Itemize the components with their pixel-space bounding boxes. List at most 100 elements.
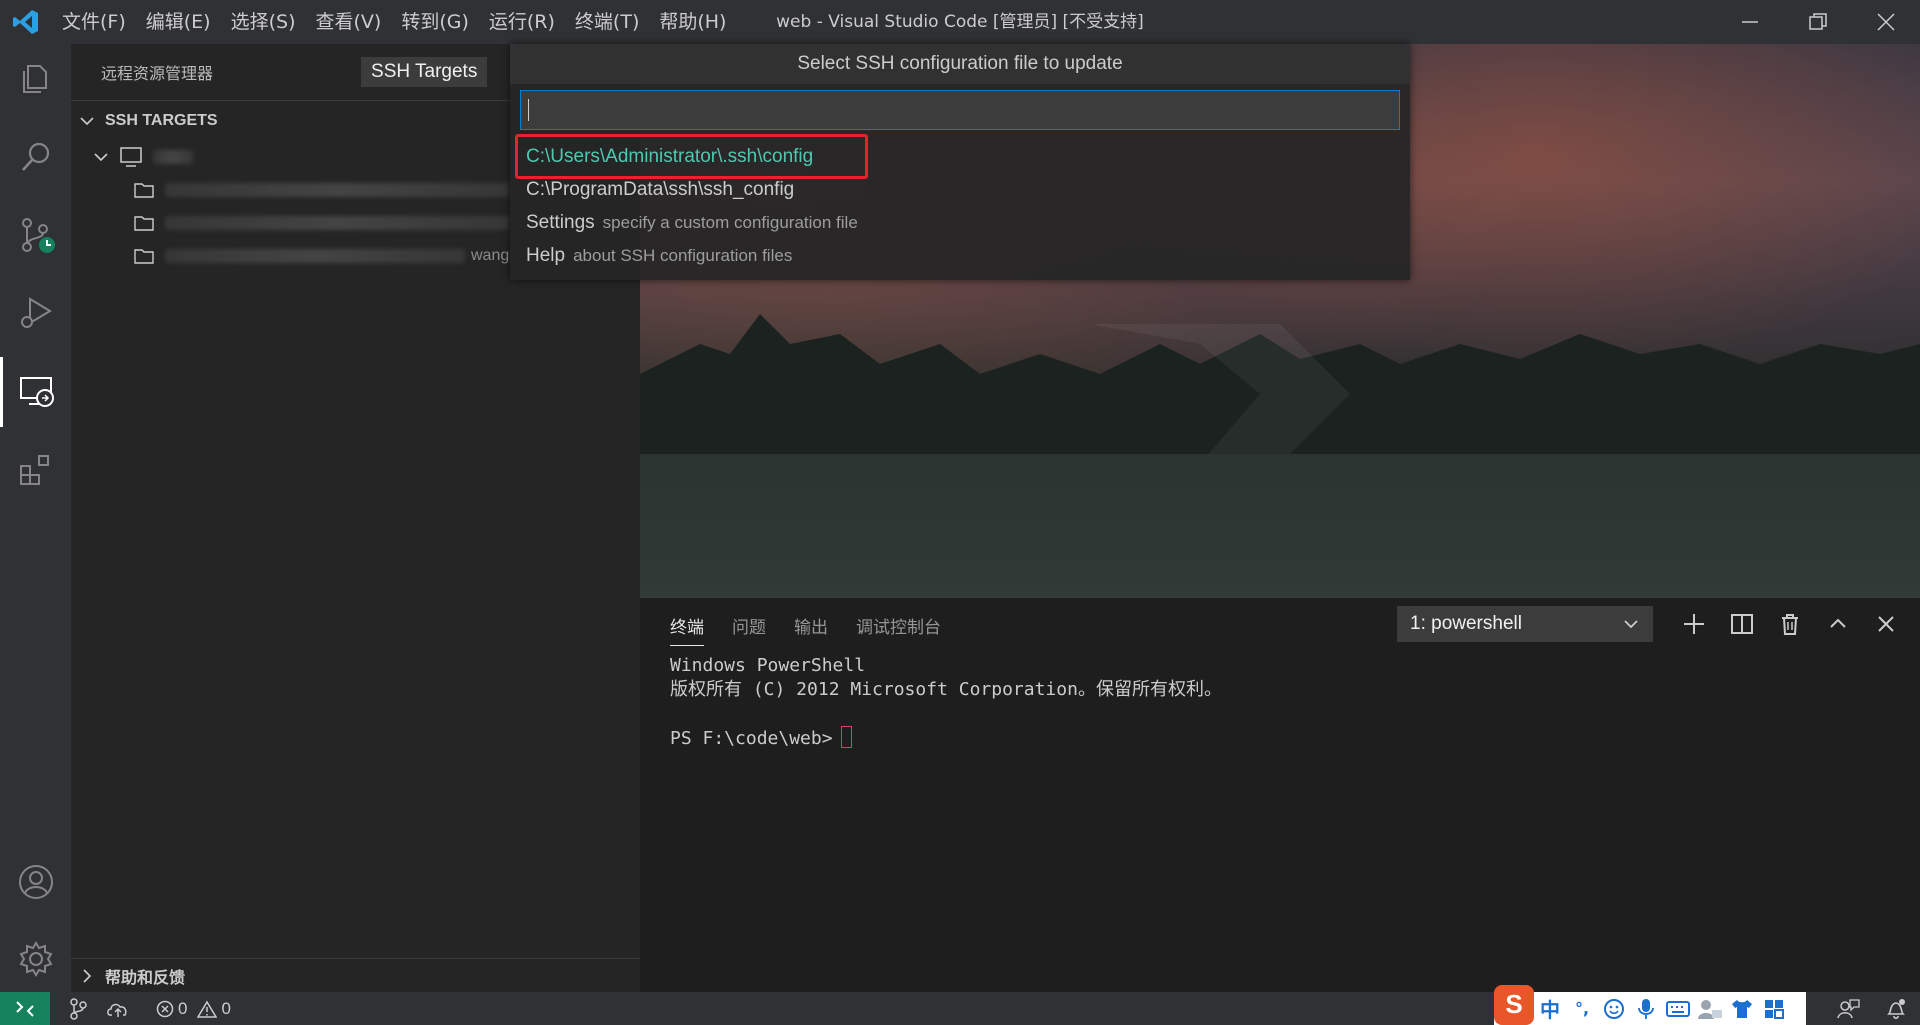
ime-punctuation-toggle[interactable]: °, [1566,992,1598,1025]
search-icon[interactable] [0,122,71,192]
sogou-logo-icon[interactable]: S [1494,984,1534,1025]
terminal-prompt: PS F:\code\web> [670,728,833,749]
terminal-select-dropdown[interactable]: 1: powershell [1397,606,1653,642]
settings-gear-icon[interactable] [0,924,71,994]
menu-go[interactable]: 转到(G) [391,0,479,44]
terminal-output[interactable]: Windows PowerShell 版权所有 (C) 2012 Microsof… [670,654,1222,751]
cloud-upload-icon [107,1003,127,1017]
menu-run[interactable]: 运行(R) [479,0,565,44]
close-icon [1877,13,1895,31]
plus-icon [1684,614,1704,634]
git-branch-icon [70,997,87,1020]
menu-bar: 文件(F) 编辑(E) 选择(S) 查看(V) 转到(G) 运行(R) 终端(T… [52,0,736,44]
restore-icon [1809,13,1827,30]
text-caret [528,99,529,121]
close-icon [1878,616,1894,632]
warning-icon [197,1000,218,1018]
split-terminal-button[interactable] [1718,606,1766,642]
close-panel-button[interactable] [1862,606,1910,642]
tab-output[interactable]: 输出 [794,610,828,646]
feedback-button[interactable] [1824,992,1872,1025]
quick-pick-dialog: Select SSH configuration file to update … [510,44,1410,280]
maximize-panel-button[interactable] [1814,606,1862,642]
user-profile-icon[interactable] [1694,992,1726,1025]
keyboard-icon[interactable] [1662,992,1694,1025]
quick-pick-item-description: about SSH configuration files [573,246,793,265]
quick-pick-item-description: specify a custom configuration file [602,213,858,232]
quick-pick-input[interactable] [520,90,1400,130]
warning-count: 0 [221,998,231,1018]
sidebar-title: 远程资源管理器 [101,64,214,83]
quick-pick-item-user-config[interactable]: C:\Users\Administrator\.ssh\config [526,140,813,173]
tab-problems[interactable]: 问题 [732,610,766,646]
folder-suffix: wang [471,246,510,264]
activity-bar [0,44,71,992]
quick-pick-title: Select SSH configuration file to update [510,44,1410,84]
split-icon [1731,614,1753,634]
terminal-prompt-line: PS F:\code\web> [670,726,1222,751]
skin-shirt-icon[interactable] [1726,992,1758,1025]
quick-pick-item-settings[interactable]: Settings specify a custom configuration f… [526,206,858,239]
quick-pick-item-help[interactable]: Help about SSH configuration files [526,239,792,272]
quick-pick-item-program-config[interactable]: C:\ProgramData\ssh\ssh_config [526,173,794,206]
remote-icon [16,1000,34,1017]
sync-item[interactable] [106,998,130,1020]
chevron-down-icon [80,116,94,125]
terminal-line: Windows PowerShell [670,655,866,676]
vscode-logo-icon [0,0,52,44]
menu-view[interactable]: 查看(V) [306,0,392,44]
new-terminal-button[interactable] [1670,606,1718,642]
terminal-panel: 终端 问题 输出 调试控制台 1: powershell Windows Pow… [640,597,1920,992]
emoji-icon[interactable] [1598,992,1630,1025]
notifications-button[interactable] [1872,992,1920,1025]
terminal-cursor [840,726,852,748]
menu-file[interactable]: 文件(F) [52,0,136,44]
status-bar: 0 0 S 中 °, [0,984,1920,1025]
ime-toolbar: S 中 °, [1494,984,1806,1025]
menu-terminal[interactable]: 终端(T) [565,0,649,44]
error-count: 0 [178,998,188,1018]
remote-indicator-button[interactable] [0,992,50,1025]
problems-item[interactable]: 0 0 [156,999,231,1019]
folder-icon [134,182,154,198]
trash-icon [1782,614,1798,635]
branch-item[interactable] [68,997,88,1020]
run-debug-icon[interactable] [0,278,71,348]
explorer-icon[interactable] [0,44,71,114]
tab-terminal[interactable]: 终端 [670,610,704,646]
chevron-down-icon [1624,620,1638,629]
microphone-icon[interactable] [1630,992,1662,1025]
error-icon [156,1000,174,1017]
help-feedback-title: 帮助和反馈 [105,967,186,987]
chevron-right-icon [83,968,92,983]
accounts-icon[interactable] [0,847,71,917]
bell-icon [1887,998,1905,1019]
minimize-icon [1742,21,1758,23]
ime-mode-toggle[interactable]: 中 [1534,992,1566,1025]
restore-button[interactable] [1784,0,1852,44]
menu-selection[interactable]: 选择(S) [221,0,306,44]
extensions-icon[interactable] [0,435,71,505]
feedback-person-icon [1837,998,1860,1018]
toolbox-grid-icon[interactable] [1758,992,1790,1025]
quick-pick-item-label: C:\ProgramData\ssh\ssh_config [526,179,795,200]
quick-pick-item-label: C:\Users\Administrator\.ssh\config [526,146,814,167]
title-bar: 文件(F) 编辑(E) 选择(S) 查看(V) 转到(G) 运行(R) 终端(T… [0,0,1920,44]
folder-icon [134,215,154,231]
ssh-targets-section-title: SSH TARGETS [105,111,218,129]
terminal-line: 版权所有 (C) 2012 Microsoft Corporation。保留所有… [670,679,1222,700]
menu-edit[interactable]: 编辑(E) [136,0,221,44]
minimize-button[interactable] [1716,0,1784,44]
source-control-icon[interactable] [0,200,71,270]
menu-help[interactable]: 帮助(H) [649,0,736,44]
help-feedback-section[interactable]: 帮助和反馈 [71,958,640,992]
quick-pick-item-label: Help [526,245,566,266]
chevron-up-icon [1830,618,1846,628]
ssh-targets-dropdown[interactable]: SSH Targets [361,57,488,87]
chevron-down-icon [94,152,108,161]
kill-terminal-button[interactable] [1766,606,1814,642]
remote-explorer-icon[interactable] [0,357,71,427]
close-window-button[interactable] [1852,0,1920,44]
tab-debug-console[interactable]: 调试控制台 [856,610,941,646]
